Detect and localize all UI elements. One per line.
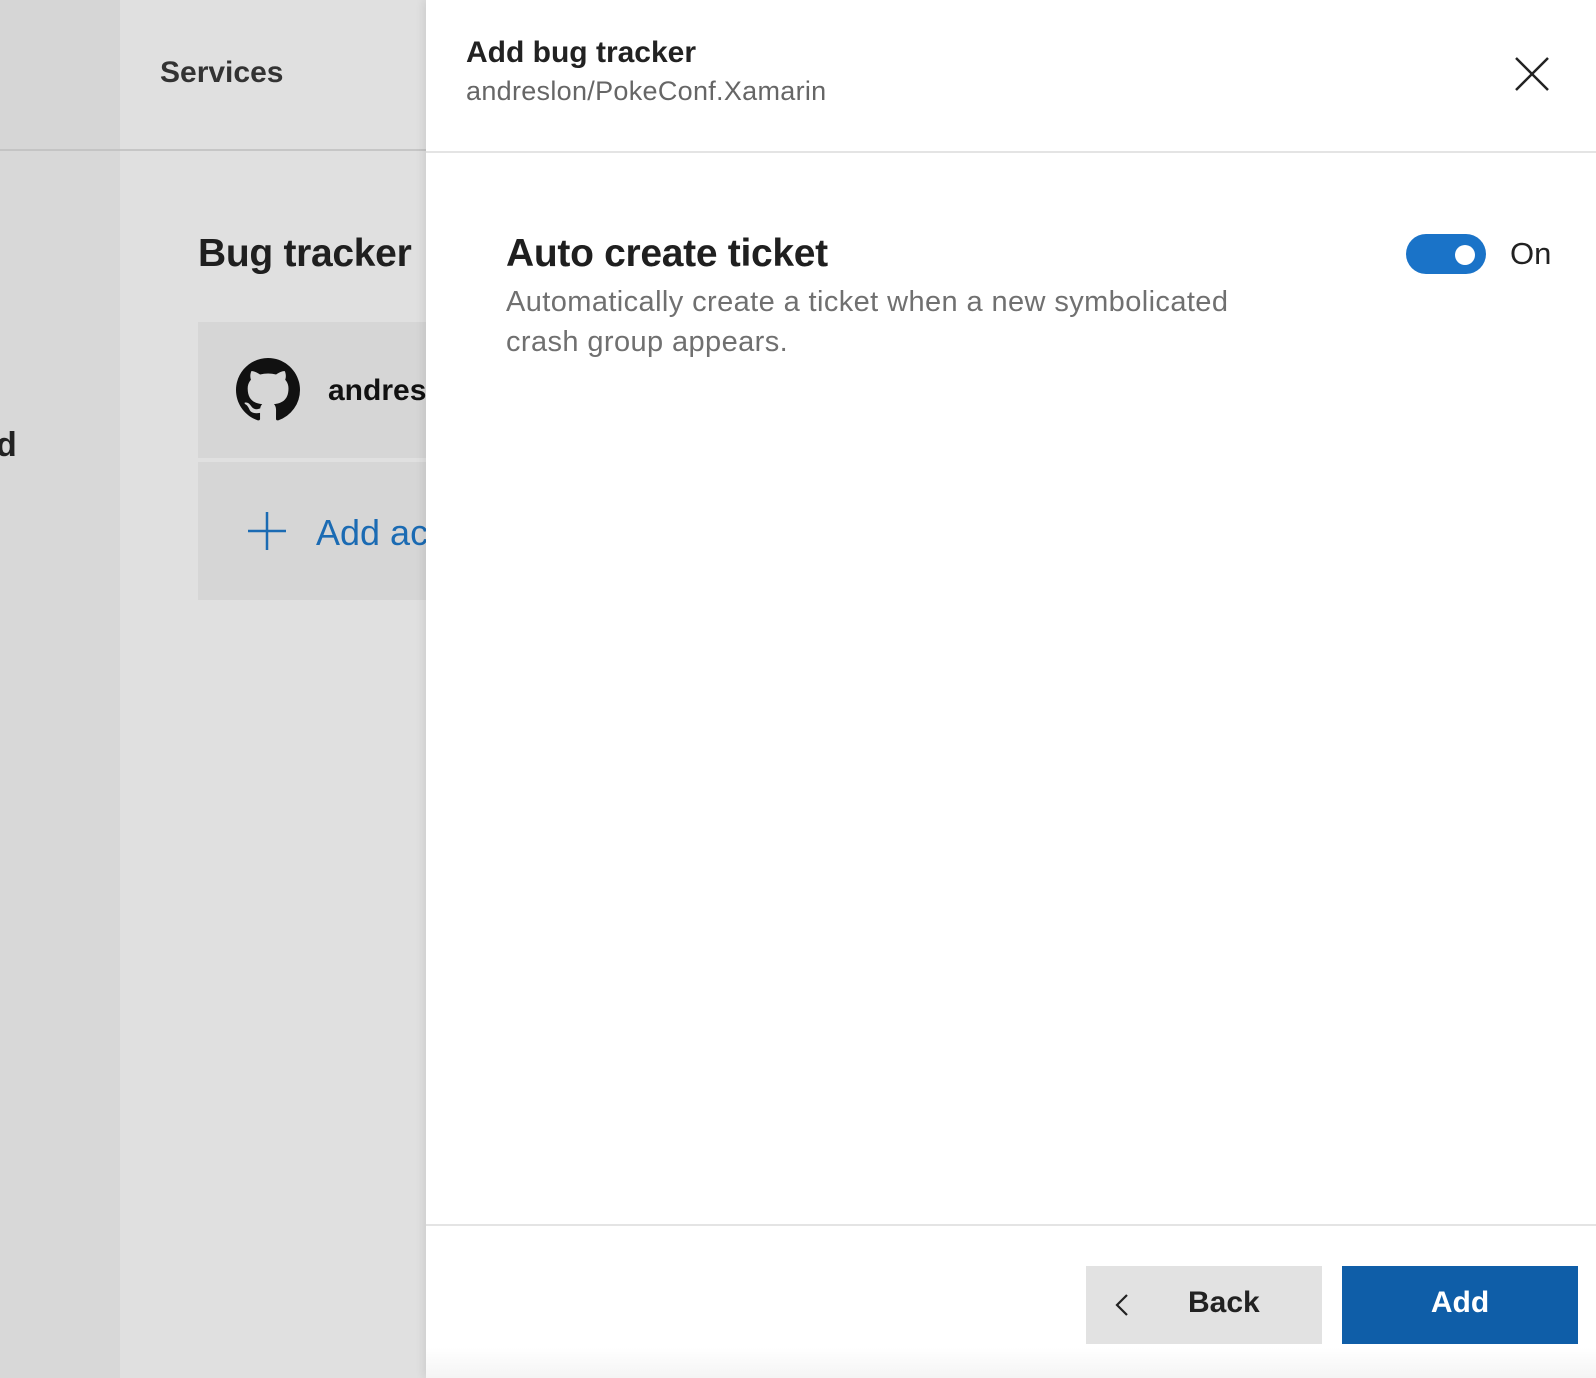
back-button-label: Back bbox=[1188, 1286, 1260, 1319]
auto-create-ticket-title: Auto create ticket bbox=[506, 232, 828, 275]
toggle-state-label: On bbox=[1510, 236, 1552, 271]
auto-create-ticket-description: Automatically create a ticket when a new… bbox=[506, 286, 1229, 358]
panel-title: Add bug tracker bbox=[466, 36, 697, 69]
close-button[interactable] bbox=[1510, 52, 1554, 96]
account-name: andres bbox=[328, 374, 426, 407]
bug-tracker-heading: Bug tracker bbox=[198, 232, 412, 275]
back-button[interactable]: Back bbox=[1086, 1266, 1322, 1344]
auto-create-ticket-toggle[interactable] bbox=[1406, 234, 1486, 274]
services-header: Services bbox=[120, 0, 426, 151]
close-icon bbox=[1515, 57, 1549, 91]
add-bug-tracker-panel: Add bug tracker andreslon/PokeConf.Xamar… bbox=[426, 0, 1596, 1378]
services-title: Services bbox=[160, 56, 284, 89]
left-column-header bbox=[0, 0, 120, 151]
repo-subtitle: andreslon/PokeConf.Xamarin bbox=[466, 76, 827, 106]
add-account-button[interactable]: Add ac bbox=[198, 462, 426, 600]
add-account-label: Add ac bbox=[316, 512, 426, 553]
chevron-left-icon bbox=[1115, 1294, 1128, 1316]
toggle-knob bbox=[1455, 245, 1475, 265]
services-column: Services Bug tracker andres Add ac bbox=[120, 0, 426, 1378]
add-button[interactable]: Add bbox=[1342, 1266, 1578, 1344]
plus-icon bbox=[248, 512, 286, 550]
left-background-column: id bbox=[0, 0, 120, 1378]
add-button-label: Add bbox=[1430, 1286, 1490, 1319]
github-account-card[interactable]: andres bbox=[198, 322, 426, 458]
page: id Services Bug tracker andres Add ac Ad… bbox=[0, 0, 1596, 1378]
left-column-partial-text: id bbox=[0, 426, 18, 464]
github-icon bbox=[236, 358, 300, 421]
panel-header: Add bug tracker andreslon/PokeConf.Xamar… bbox=[426, 0, 1596, 153]
